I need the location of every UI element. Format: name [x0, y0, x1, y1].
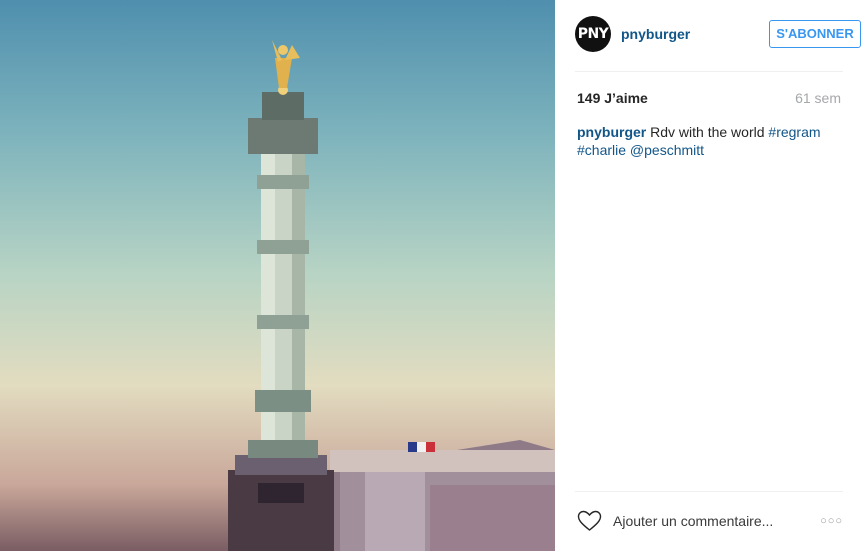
username-link[interactable]: pnyburger — [621, 26, 690, 42]
avatar-text: PNY — [577, 26, 609, 42]
comment-input[interactable] — [613, 512, 793, 530]
caption: pnyburger Rdv with the world #regram #ch… — [577, 124, 835, 159]
likes-count[interactable]: 149 J’aime — [577, 90, 648, 106]
photo-illustration — [228, 40, 555, 551]
post-panel: PNY pnyburger S'ABONNER 149 J’aime 61 se… — [555, 0, 864, 551]
header-divider — [575, 71, 843, 72]
caption-text: Rdv with the world — [646, 124, 769, 140]
comment-bar: ○○○ — [575, 507, 843, 535]
avatar[interactable]: PNY — [575, 16, 611, 52]
more-options-icon[interactable]: ○○○ — [820, 515, 843, 527]
follow-button[interactable]: S'ABONNER — [769, 20, 861, 48]
heart-icon[interactable] — [577, 510, 602, 532]
hashtag-regram[interactable]: #regram — [768, 124, 820, 140]
post-age[interactable]: 61 sem — [795, 90, 841, 106]
footer-divider — [575, 491, 843, 492]
hashtag-charlie[interactable]: #charlie — [577, 142, 626, 158]
post-photo[interactable] — [0, 0, 555, 551]
caption-username[interactable]: pnyburger — [577, 124, 646, 140]
post-header: PNY pnyburger S'ABONNER — [575, 16, 861, 52]
mention-peschmitt[interactable]: @peschmitt — [630, 142, 704, 158]
